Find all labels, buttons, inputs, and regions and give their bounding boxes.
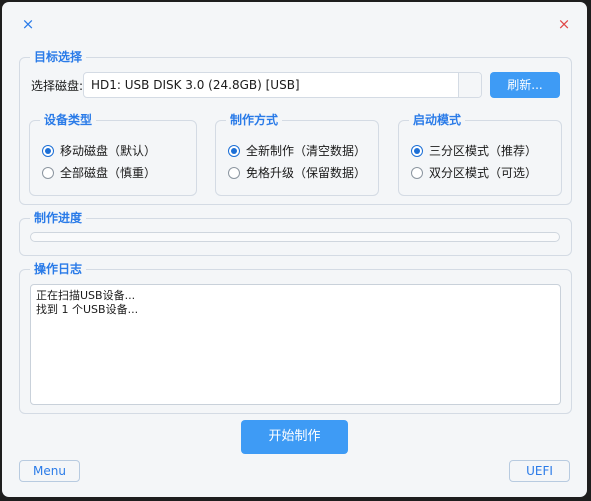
radio-icon-checked[interactable]	[228, 145, 240, 157]
make-mode-group: 制作方式 全新制作（清空数据） 免格升级（保留数据）	[215, 112, 379, 196]
make-mode-option-new[interactable]: 全新制作（清空数据）	[228, 142, 366, 160]
about-close-icon[interactable]: ×	[19, 15, 37, 33]
target-group-title: 目标选择	[30, 49, 87, 65]
target-group: 目标选择 选择磁盘: HD1: USB DISK 3.0 (24.8GB) [U…	[19, 49, 572, 205]
boot-mode-title: 启动模式	[409, 112, 466, 128]
progress-title: 制作进度	[30, 210, 87, 226]
start-button[interactable]: 开始制作	[241, 420, 348, 454]
log-line: 找到 1 个USB设备...	[36, 303, 139, 316]
boot-mode-option-three[interactable]: 三分区模式（推荐）	[411, 142, 537, 160]
device-type-title: 设备类型	[40, 112, 97, 128]
radio-icon[interactable]	[228, 167, 240, 179]
app-window: × × 目标选择 选择磁盘: HD1: USB DISK 3.0 (24.8GB…	[2, 2, 587, 497]
boot-mode-group: 启动模式 三分区模式（推荐） 双分区模式（可选）	[398, 112, 562, 196]
radio-icon-checked[interactable]	[411, 145, 423, 157]
device-type-option-mobile[interactable]: 移动磁盘（默认）	[42, 142, 156, 160]
make-mode-title: 制作方式	[226, 112, 283, 128]
option-label: 免格升级（保留数据）	[246, 166, 367, 180]
uefi-button[interactable]: UEFI	[509, 460, 570, 482]
radio-icon[interactable]	[411, 167, 423, 179]
progress-bar	[30, 232, 560, 242]
option-label: 全新制作（清空数据）	[246, 144, 367, 158]
radio-icon[interactable]	[42, 167, 54, 179]
menu-button[interactable]: Menu	[19, 460, 80, 482]
disk-label: 选择磁盘:	[31, 79, 84, 93]
option-label: 移动磁盘（默认）	[60, 144, 157, 158]
option-label: 双分区模式（可选）	[429, 166, 538, 180]
device-type-group: 设备类型 移动磁盘（默认） 全部磁盘（慎重）	[29, 112, 197, 196]
log-line: 正在扫描USB设备...	[36, 289, 136, 302]
close-icon[interactable]: ×	[555, 15, 573, 33]
disk-dropdown-button[interactable]	[458, 73, 481, 97]
radio-icon-checked[interactable]	[42, 145, 54, 157]
device-type-option-all[interactable]: 全部磁盘（慎重）	[42, 164, 156, 182]
disk-select-value: HD1: USB DISK 3.0 (24.8GB) [USB]	[91, 78, 300, 92]
log-title: 操作日志	[30, 261, 87, 277]
disk-select[interactable]: HD1: USB DISK 3.0 (24.8GB) [USB]	[83, 72, 482, 98]
refresh-button[interactable]: 刷新...	[490, 72, 560, 98]
make-mode-option-upgrade[interactable]: 免格升级（保留数据）	[228, 164, 366, 182]
boot-mode-option-two[interactable]: 双分区模式（可选）	[411, 164, 537, 182]
progress-group: 制作进度	[19, 210, 572, 256]
option-label: 三分区模式（推荐）	[429, 144, 538, 158]
log-group: 操作日志 正在扫描USB设备... 找到 1 个USB设备...	[19, 261, 572, 414]
option-label: 全部磁盘（慎重）	[60, 166, 157, 180]
log-textarea[interactable]: 正在扫描USB设备... 找到 1 个USB设备...	[30, 284, 561, 405]
